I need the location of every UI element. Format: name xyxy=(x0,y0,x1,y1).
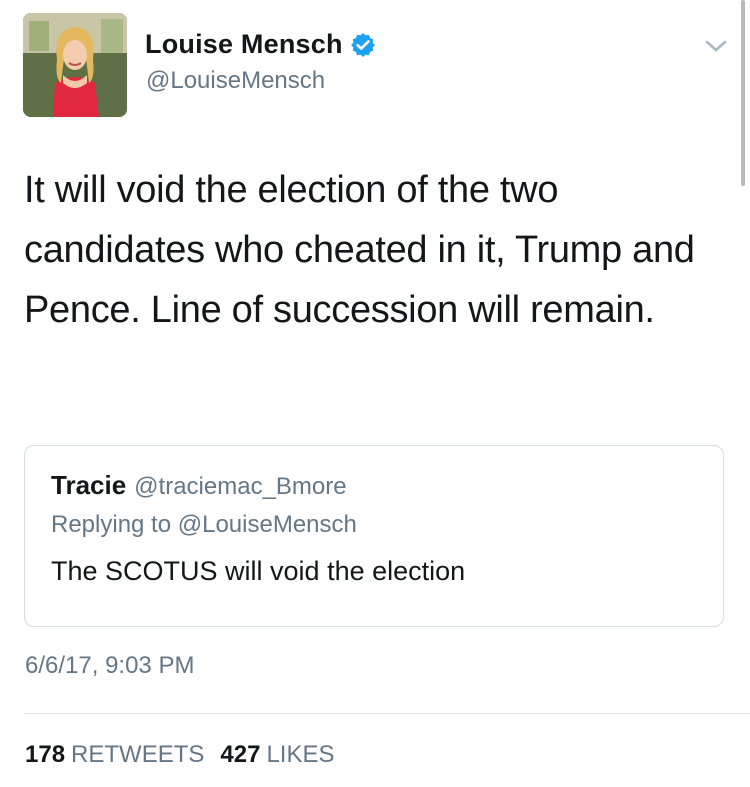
avatar[interactable] xyxy=(23,13,127,117)
divider xyxy=(24,713,750,714)
chevron-down-icon[interactable] xyxy=(703,36,729,56)
retweets-stat[interactable]: 178 RETWEETS xyxy=(25,741,204,768)
retweets-label: RETWEETS xyxy=(71,741,205,768)
likes-count: 427 xyxy=(220,741,261,768)
tweet-stats: 178 RETWEETS 427 LIKES xyxy=(25,741,334,769)
author-name-row[interactable]: Louise Mensch xyxy=(145,29,376,60)
quoted-tweet-display-name: Tracie xyxy=(51,470,127,500)
quoted-tweet-handle: @traciemac_Bmore xyxy=(134,473,347,500)
likes-stat[interactable]: 427 LIKES xyxy=(220,741,334,768)
scrollbar[interactable] xyxy=(741,0,745,186)
quoted-tweet-card[interactable]: Tracie @traciemac_Bmore Replying to @Loui… xyxy=(24,445,724,627)
quoted-tweet-replying-to: Replying to @LouiseMensch xyxy=(51,511,357,538)
retweets-count: 178 xyxy=(25,741,66,768)
author-handle[interactable]: @LouiseMensch xyxy=(146,67,325,95)
tweet-timestamp: 6/6/17, 9:03 PM xyxy=(25,652,195,679)
author-display-name[interactable]: Louise Mensch xyxy=(145,29,343,60)
quoted-tweet-header: Tracie @traciemac_Bmore xyxy=(51,470,347,501)
verified-badge-icon xyxy=(350,32,376,58)
likes-label: LIKES xyxy=(266,741,335,768)
quoted-tweet-text: The SCOTUS will void the election xyxy=(51,556,466,586)
avatar-photo xyxy=(23,13,127,117)
tweet-text: It will void the election of the two can… xyxy=(24,169,695,331)
